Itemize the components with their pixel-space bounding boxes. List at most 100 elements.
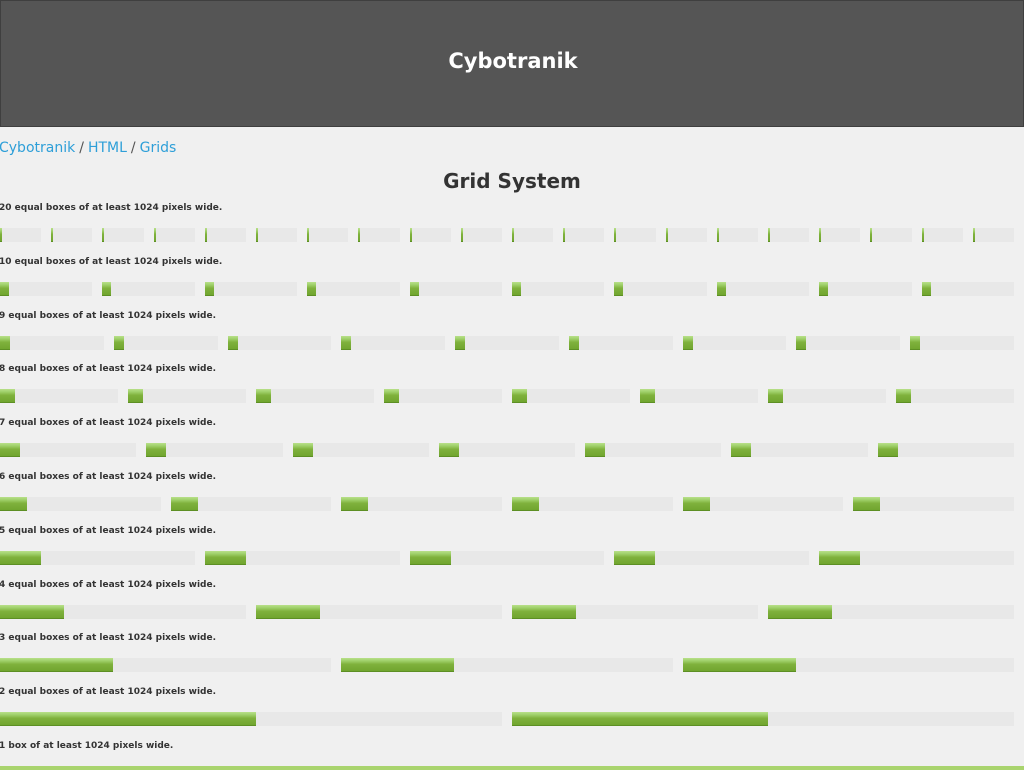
grid-box [717,228,758,242]
grid-box [256,228,297,242]
grid-row [0,389,1024,403]
grid-box-fill [293,443,313,457]
grid-box-fill [256,228,258,242]
grid-box-fill [0,228,2,242]
grid-box [358,228,400,242]
grid-box-fill [205,282,214,296]
grid-box-fill [973,228,975,242]
grid-box-fill [0,712,256,726]
grid-box [512,389,630,403]
grid-row [0,336,1024,350]
grid-label: 9 equal boxes of at least 1024 pixels wi… [0,311,217,321]
grid-box [563,228,604,242]
grid-box-fill [51,228,53,242]
grid-box-fill [922,282,931,296]
grid-label: 5 equal boxes of at least 1024 pixels wi… [0,526,217,536]
grid-box-fill [0,551,41,565]
grid-box [205,551,400,565]
grid-box-fill [614,282,623,296]
grid-box-fill [102,228,104,242]
grid-box-fill [512,228,514,242]
grid-box-fill [0,389,15,403]
grid-box-fill [585,443,605,457]
grid-box-fill [666,228,668,242]
grid-box [683,658,1014,672]
bottom-rule [0,766,1024,770]
grid-row [0,658,1024,672]
breadcrumb-separator: / [79,140,84,156]
grid-row [0,605,1024,619]
grid-box [0,497,161,511]
grid-box [512,712,1014,726]
grid-row [0,228,1024,242]
grid-box-fill [731,443,751,457]
grid-box-fill [0,443,20,457]
grid-box-fill [102,282,111,296]
grid-box [146,443,283,457]
grid-box [819,551,1014,565]
grid-box [819,228,860,242]
grid-box [341,336,445,350]
grid-box [410,228,451,242]
grid-box-fill [796,336,806,350]
grid-label: 6 equal boxes of at least 1024 pixels wi… [0,472,217,482]
breadcrumb: Cybotranik / HTML / Grids [0,139,176,157]
grid-box [171,497,331,511]
grid-box [0,712,502,726]
grid-box-fill [0,605,64,619]
grid-box [585,443,721,457]
grid-label: 2 equal boxes of at least 1024 pixels wi… [0,687,217,697]
grid-box [0,443,136,457]
grid-box [683,336,786,350]
grid-box [819,282,912,296]
grid-box-fill [878,443,898,457]
site-header: Cybotranik [0,0,1024,127]
breadcrumb-link-html[interactable]: HTML [88,140,127,156]
grid-box-fill [341,336,351,350]
grid-box [455,336,559,350]
grid-box [102,282,195,296]
grid-box-fill [205,228,207,242]
grid-label: 7 equal boxes of at least 1024 pixels wi… [0,418,217,428]
grid-box [102,228,144,242]
grid-box-fill [228,336,238,350]
grid-box-fill [819,282,828,296]
grid-label: 3 equal boxes of at least 1024 pixels wi… [0,633,217,643]
grid-box-fill [455,336,465,350]
grid-row [0,551,1024,565]
grid-box [461,228,502,242]
grid-box [0,389,118,403]
grid-box [683,497,843,511]
grid-box-fill [410,228,412,242]
grid-box-fill [683,336,693,350]
grid-box-fill [341,658,454,672]
grid-box-fill [512,389,527,403]
grid-box-fill [717,228,719,242]
grid-box [614,228,656,242]
grid-box [307,282,400,296]
grid-box [731,443,868,457]
grid-box [973,228,1014,242]
grid-box [922,282,1014,296]
grid-box [0,658,331,672]
grid-box [768,228,809,242]
grid-box-fill [683,497,710,511]
grid-box [614,282,707,296]
grid-box-fill [146,443,166,457]
grid-box-fill [614,228,616,242]
grid-box-fill [341,497,368,511]
grid-box [614,551,809,565]
grid-box [0,282,92,296]
grid-box [768,605,1014,619]
grid-box [341,497,502,511]
breadcrumb-link-grids[interactable]: Grids [140,140,177,156]
grid-box [569,336,673,350]
grid-box [439,443,575,457]
breadcrumb-link-home[interactable]: Cybotranik [0,140,75,156]
grid-box-fill [819,228,821,242]
grid-label: 20 equal boxes of at least 1024 pixels w… [0,203,223,213]
grid-box-fill [614,551,655,565]
grid-box [870,228,912,242]
grid-box-fill [768,389,783,403]
grid-box-fill [128,389,143,403]
